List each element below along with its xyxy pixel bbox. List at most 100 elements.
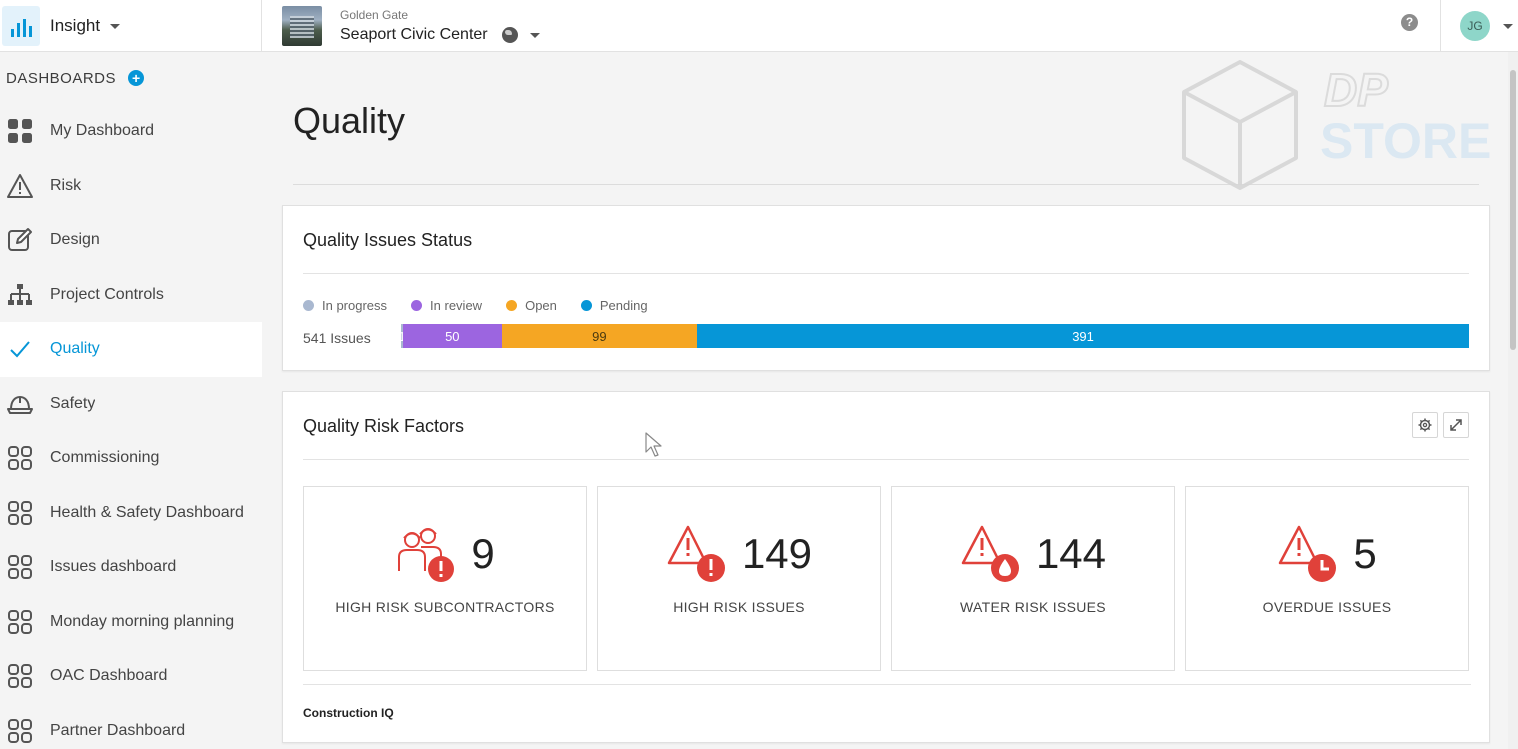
divider	[303, 273, 1469, 274]
settings-button[interactable]	[1412, 412, 1438, 438]
legend-dot	[303, 300, 314, 311]
sidebar-item-oac[interactable]: OAC Dashboard	[0, 649, 262, 704]
hard-hat-icon	[6, 390, 34, 418]
sidebar-item-label: Design	[50, 231, 100, 249]
sidebar-item-label: OAC Dashboard	[50, 667, 168, 685]
status-segment-in-review[interactable]: 50	[402, 324, 502, 348]
sidebar-item-label: Issues dashboard	[50, 558, 177, 576]
sidebar-item-health-safety[interactable]: Health & Safety Dashboard	[0, 486, 262, 541]
sidebar-item-label: Commissioning	[50, 449, 160, 467]
sidebar-item-project-controls[interactable]: Project Controls	[0, 268, 262, 323]
sidebar-item-risk[interactable]: Risk	[0, 159, 262, 214]
sidebar-item-label: Partner Dashboard	[50, 721, 186, 739]
divider	[293, 184, 1479, 185]
add-dashboard-button[interactable]: +	[128, 70, 145, 86]
quality-issues-status-card: Quality Issues Status In progress In rev…	[282, 205, 1490, 371]
legend-label: Pending	[599, 298, 648, 313]
construction-iq-label: Construction IQ	[303, 706, 394, 720]
pencil-icon	[6, 226, 34, 254]
sidebar-item-label: My Dashboard	[50, 122, 155, 140]
sidebar-item-design[interactable]: Design	[0, 213, 262, 268]
risk-tile-overdue-issues[interactable]: 5 OVERDUE ISSUES	[1185, 486, 1469, 671]
tile-label: HIGH RISK ISSUES	[673, 599, 805, 615]
sidebar-item-monday-planning[interactable]: Monday morning planning	[0, 595, 262, 650]
scrollbar-thumb[interactable]	[1510, 70, 1516, 350]
status-legend: In progress In review Open Pending	[303, 298, 648, 313]
user-menu[interactable]: JG	[1440, 0, 1518, 52]
sidebar-item-label: Risk	[50, 176, 82, 194]
dashboard-grid-icon	[6, 717, 34, 745]
legend-dot	[506, 300, 518, 311]
app-switcher[interactable]: Insight	[0, 0, 262, 52]
dashboard-grid-icon	[6, 608, 34, 636]
legend-item-in-review[interactable]: In review	[411, 298, 482, 313]
sidebar-item-issues[interactable]: Issues dashboard	[0, 540, 262, 595]
legend-item-in-progress[interactable]: In progress	[303, 298, 387, 313]
status-segment-pending[interactable]: 391	[697, 324, 1469, 348]
divider	[303, 684, 1471, 685]
sidebar: DASHBOARDS + My Dashboard Risk Design Pr…	[0, 52, 262, 749]
legend-item-pending[interactable]: Pending	[580, 298, 648, 313]
chevron-down-icon	[529, 32, 540, 38]
tile-value: 9	[471, 530, 495, 577]
sidebar-item-label: Project Controls	[50, 285, 164, 303]
scrollbar[interactable]	[1508, 52, 1518, 749]
expand-button[interactable]	[1443, 412, 1469, 438]
globe-icon	[501, 27, 518, 43]
gear-icon	[1418, 418, 1432, 432]
quality-risk-factors-card: Quality Risk Factors 9 HIGH RISK SUBCONT…	[282, 391, 1490, 743]
sidebar-item-label: Monday morning planning	[50, 612, 235, 630]
legend-label: In progress	[322, 298, 388, 313]
sidebar-item-quality[interactable]: Quality	[0, 322, 262, 377]
warning-water-icon	[961, 525, 1019, 582]
card-title: Quality Issues Status	[303, 230, 473, 250]
issues-count: 541 Issues	[303, 330, 371, 346]
risk-tile-high-risk-subcontractors[interactable]: 9 HIGH RISK SUBCONTRACTORS	[303, 486, 587, 671]
dashboard-grid-icon	[6, 662, 34, 690]
app-name: Insight	[50, 16, 101, 35]
status-bar: 1 50 99 391	[401, 324, 1469, 348]
mouse-cursor-icon	[645, 432, 662, 457]
risk-tile-high-risk-issues[interactable]: 149 HIGH RISK ISSUES	[597, 486, 881, 671]
project-account: Golden Gate	[340, 8, 409, 22]
warning-icon	[6, 172, 34, 200]
page-title: Quality	[293, 100, 406, 141]
warning-clock-icon	[1279, 525, 1337, 582]
legend-item-open[interactable]: Open	[506, 298, 557, 313]
dashboard-grid-icon	[6, 553, 34, 581]
project-thumbnail	[282, 6, 322, 46]
expand-icon	[1450, 419, 1462, 431]
chevron-down-icon	[1503, 23, 1513, 29]
dashboard-grid-icon	[6, 444, 34, 472]
main-content: Quality Quality Issues Status In progres…	[262, 52, 1508, 749]
project-selector[interactable]: Golden Gate Seaport Civic Center	[282, 3, 540, 49]
status-segment-open[interactable]: 99	[501, 324, 698, 348]
avatar: JG	[1460, 11, 1490, 41]
sidebar-title: DASHBOARDS	[6, 69, 117, 87]
legend-label: In review	[430, 298, 483, 313]
sidebar-item-label: Safety	[50, 394, 96, 412]
card-title: Quality Risk Factors	[303, 416, 465, 436]
sidebar-item-my-dashboard[interactable]: My Dashboard	[0, 104, 262, 159]
tile-label: OVERDUE ISSUES	[1262, 599, 1392, 615]
grid-icon	[6, 117, 34, 145]
checkmark-icon	[6, 335, 34, 363]
divider	[303, 459, 1469, 460]
tile-value: 149	[741, 530, 813, 577]
legend-label: Open	[525, 298, 557, 313]
tile-label: HIGH RISK SUBCONTRACTORS	[335, 599, 555, 615]
tile-value: 5	[1353, 530, 1377, 577]
top-bar: Insight Golden Gate Seaport Civic Center…	[0, 0, 1518, 52]
sidebar-item-partner[interactable]: Partner Dashboard	[0, 704, 262, 749]
help-icon[interactable]: ?	[1401, 14, 1418, 31]
warning-alert-icon	[667, 525, 725, 582]
legend-dot	[580, 300, 592, 311]
sidebar-item-safety[interactable]: Safety	[0, 377, 262, 432]
dashboard-grid-icon	[6, 499, 34, 527]
risk-tile-water-risk-issues[interactable]: 144 WATER RISK ISSUES	[891, 486, 1175, 671]
sidebar-item-commissioning[interactable]: Commissioning	[0, 431, 262, 486]
legend-dot	[411, 300, 423, 311]
sidebar-item-label: Health & Safety Dashboard	[50, 503, 244, 521]
chevron-down-icon	[110, 23, 121, 29]
project-name: Seaport Civic Center	[340, 26, 488, 43]
